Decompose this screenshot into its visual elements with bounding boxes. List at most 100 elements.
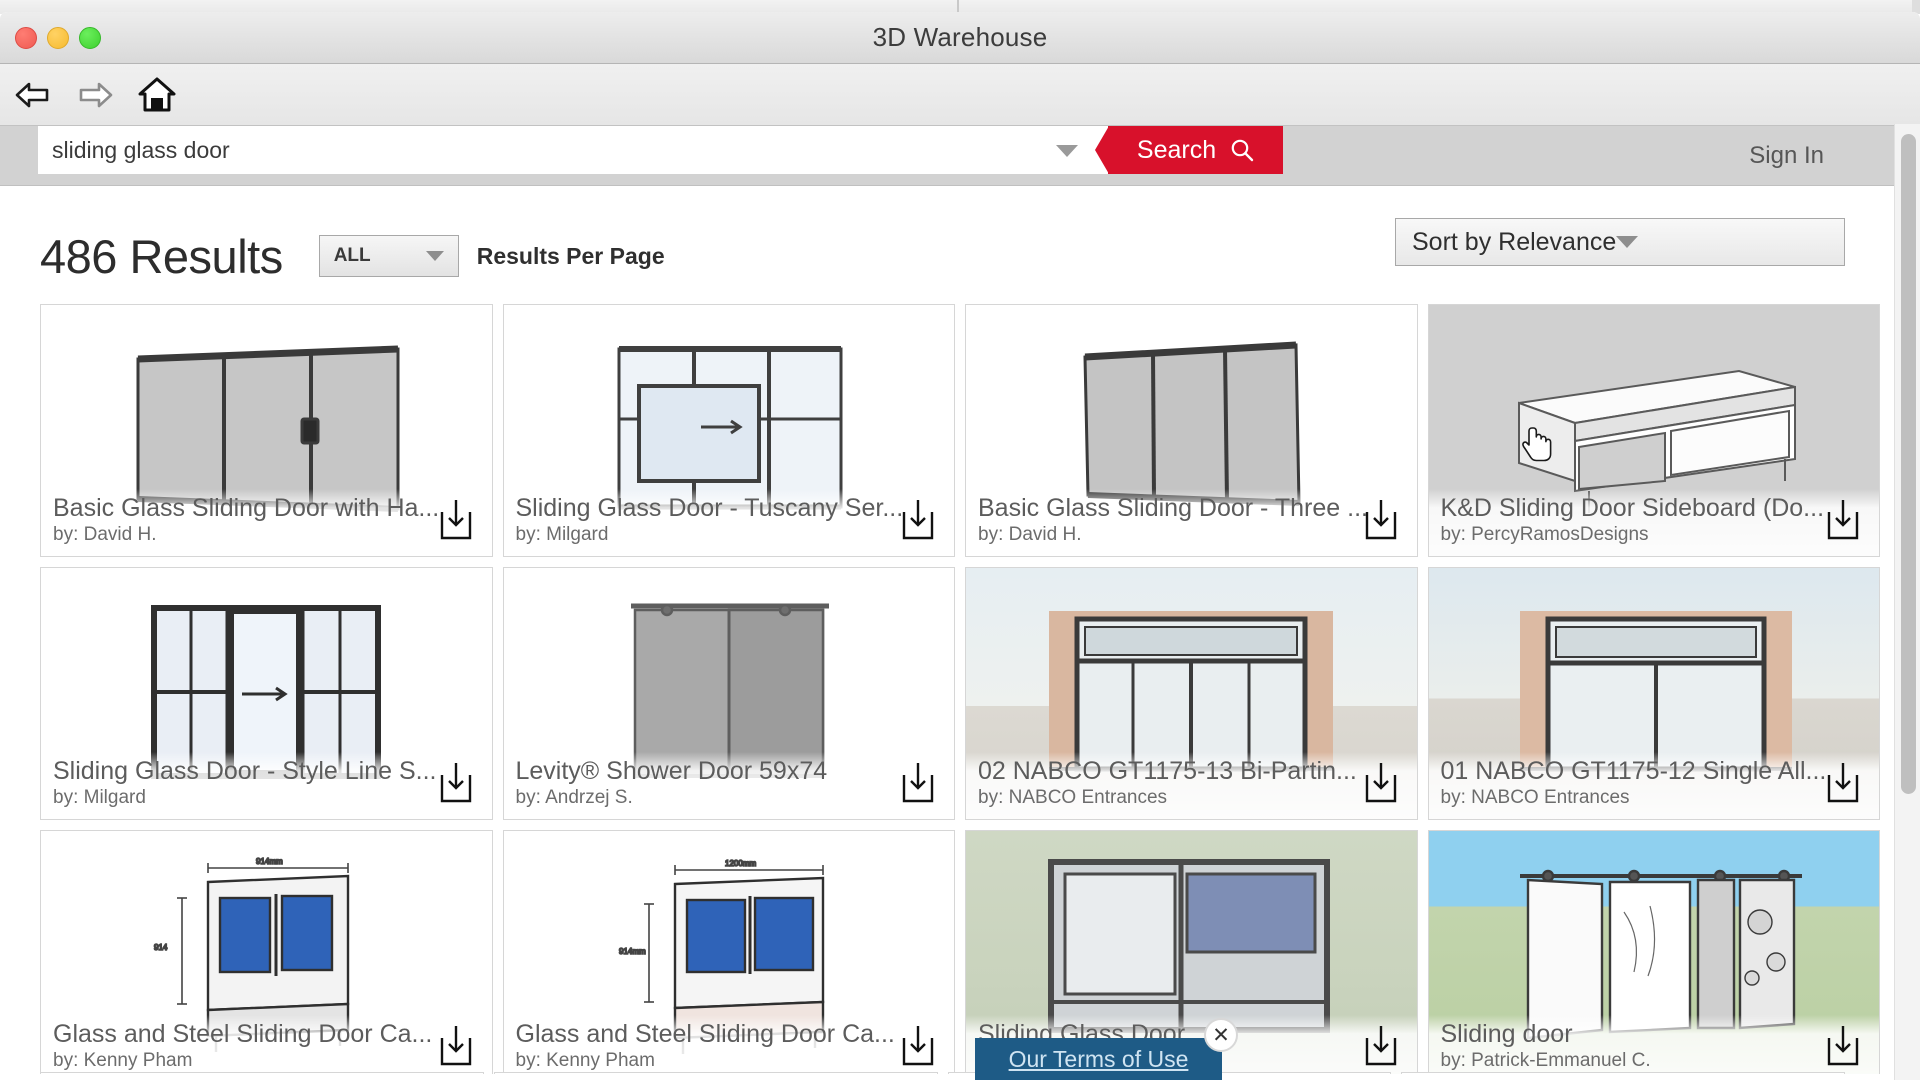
search-input[interactable] [52, 136, 1024, 164]
card-meta: Levity® Shower Door 59x74 by: Andrzej S. [503, 751, 954, 819]
home-button[interactable] [134, 72, 180, 118]
card-author: by: NABCO Entrances [1440, 787, 1630, 808]
card-author: by: David H. [53, 524, 157, 545]
download-button[interactable] [1359, 498, 1403, 542]
results-grid: Basic Glass Sliding Door with Ha... by: … [0, 304, 1920, 1080]
vertical-scrollbar[interactable] [1894, 124, 1920, 1080]
back-button[interactable] [10, 72, 56, 118]
card-meta: Sliding door by: Patrick-Emmanuel C. [1428, 1014, 1879, 1080]
svg-text:914mm: 914mm [619, 947, 646, 956]
card-title: Levity® Shower Door 59x74 [515, 757, 828, 785]
card-title: Sliding Glass Door - Style Line S... [53, 757, 437, 785]
download-button[interactable] [1359, 1024, 1403, 1068]
forward-button[interactable] [72, 72, 118, 118]
result-card[interactable]: 01 NABCO GT1175-12 Single All... by: NAB… [1427, 567, 1880, 820]
search-input-container[interactable] [38, 126, 1108, 174]
download-button[interactable] [434, 761, 478, 805]
download-button[interactable] [1359, 761, 1403, 805]
results-per-page-label: Results Per Page [476, 242, 665, 269]
card-author: by: Patrick-Emmanuel C. [1440, 1050, 1651, 1071]
download-icon [434, 761, 478, 805]
download-icon [1359, 761, 1403, 805]
scrollbar-thumb[interactable] [1901, 134, 1916, 794]
card-author: by: David H. [978, 524, 1082, 545]
results-header: 486 Results ALL Results Per Page Sort by… [0, 186, 1920, 296]
window-bottom-edge [0, 1074, 1920, 1080]
terms-of-use-link[interactable]: Our Terms of Use [1009, 1046, 1189, 1073]
close-window-button[interactable] [15, 26, 37, 49]
download-button[interactable] [1821, 498, 1865, 542]
download-button[interactable] [896, 761, 940, 805]
result-card[interactable]: Levity® Shower Door 59x74 by: Andrzej S. [502, 567, 955, 820]
card-title: Glass and Steel Sliding Door Ca... [515, 1020, 895, 1048]
card-author: by: PercyRamosDesigns [1440, 524, 1649, 545]
result-card[interactable]: K&D Sliding Door Sideboard (Do... by: Pe… [1427, 304, 1880, 557]
download-icon [1359, 1024, 1403, 1068]
result-card[interactable]: Sliding Glass Door - Style Line S... by:… [40, 567, 493, 820]
window-controls [15, 26, 101, 49]
download-icon [434, 1024, 478, 1068]
card-author: by: Kenny Pham [53, 1050, 193, 1071]
banner-close-button[interactable]: ✕ [1204, 1018, 1238, 1052]
result-card[interactable]: Sliding Glass Door - Tuscany Ser... by: … [502, 304, 955, 557]
svg-text:914mm: 914mm [256, 857, 283, 866]
download-icon [896, 1024, 940, 1068]
maximize-window-button[interactable] [79, 26, 101, 49]
app-root: 3D Warehouse sliding glass door Search S… [0, 0, 1920, 1080]
download-button[interactable] [896, 1024, 940, 1068]
back-arrow-icon [13, 80, 53, 110]
download-icon [1821, 498, 1865, 542]
results-page: 486 Results ALL Results Per Page Sort by… [0, 186, 1920, 1080]
result-card[interactable]: 914mm 914 Glass and Steel Sliding Door C… [40, 830, 493, 1080]
sort-select[interactable]: Sort by Relevance [1395, 218, 1845, 266]
search-control-group: Search [38, 126, 1283, 174]
chevron-down-icon[interactable] [1056, 145, 1078, 157]
home-icon [138, 77, 176, 113]
window-title: 3D Warehouse [872, 22, 1048, 52]
result-card[interactable]: 1200mm 914mm Glass and Steel Sliding Doo… [502, 830, 955, 1080]
card-author: by: Milgard [53, 787, 146, 808]
download-icon [1821, 1024, 1865, 1068]
card-title: Sliding Glass Door - Tuscany Ser... [515, 494, 904, 522]
sort-select-value: Sort by Relevance [1412, 227, 1617, 256]
download-button[interactable] [1821, 1024, 1865, 1068]
card-meta: Glass and Steel Sliding Door Ca... by: K… [503, 1014, 954, 1080]
download-icon [1359, 498, 1403, 542]
card-meta: 01 NABCO GT1175-12 Single All... by: NAB… [1428, 751, 1879, 819]
minimize-window-button[interactable] [47, 26, 69, 49]
card-title: K&D Sliding Door Sideboard (Do... [1440, 494, 1825, 522]
card-author: by: Milgard [515, 524, 609, 545]
card-title: Basic Glass Sliding Door with Ha... [53, 494, 440, 522]
svg-text:914: 914 [154, 943, 168, 952]
result-card[interactable]: Basic Glass Sliding Door - Three ... by:… [965, 304, 1418, 557]
download-button[interactable] [434, 498, 478, 542]
download-button[interactable] [434, 1024, 478, 1068]
download-icon [896, 761, 940, 805]
result-card[interactable]: Sliding door by: Patrick-Emmanuel C. [1427, 830, 1880, 1080]
download-icon [896, 498, 940, 542]
card-meta: Basic Glass Sliding Door - Three ... by:… [966, 488, 1417, 556]
search-button-label: Search [1136, 135, 1217, 164]
terms-of-use-banner: Our Terms of Use [975, 1038, 1222, 1080]
download-icon [434, 498, 478, 542]
download-button[interactable] [896, 498, 940, 542]
card-title: Glass and Steel Sliding Door Ca... [53, 1020, 433, 1048]
results-per-page-select[interactable]: ALL [318, 235, 459, 277]
result-card[interactable]: 02 NABCO GT1175-13 Bi-Partin... by: NABC… [965, 567, 1418, 820]
application-window: 3D Warehouse sliding glass door Search S… [0, 12, 1920, 1080]
card-meta: Glass and Steel Sliding Door Ca... by: K… [41, 1014, 492, 1080]
card-meta: Sliding Glass Door - Tuscany Ser... by: … [503, 488, 954, 556]
card-meta: 02 NABCO GT1175-13 Bi-Partin... by: NABC… [966, 751, 1417, 819]
results-count: 486 Results [40, 229, 283, 283]
card-author: by: NABCO Entrances [978, 787, 1168, 808]
sign-in-link[interactable]: Sign In [1749, 142, 1824, 170]
chevron-down-icon [425, 251, 444, 261]
result-card[interactable]: Basic Glass Sliding Door with Ha... by: … [40, 304, 493, 557]
search-button[interactable]: Search [1095, 126, 1283, 174]
card-author: by: Kenny Pham [515, 1050, 655, 1071]
card-title: Basic Glass Sliding Door - Three ... [978, 494, 1368, 522]
close-icon: ✕ [1212, 1023, 1230, 1047]
card-title: 02 NABCO GT1175-13 Bi-Partin... [978, 757, 1357, 785]
browser-toolbar [0, 64, 1920, 126]
download-button[interactable] [1821, 761, 1865, 805]
